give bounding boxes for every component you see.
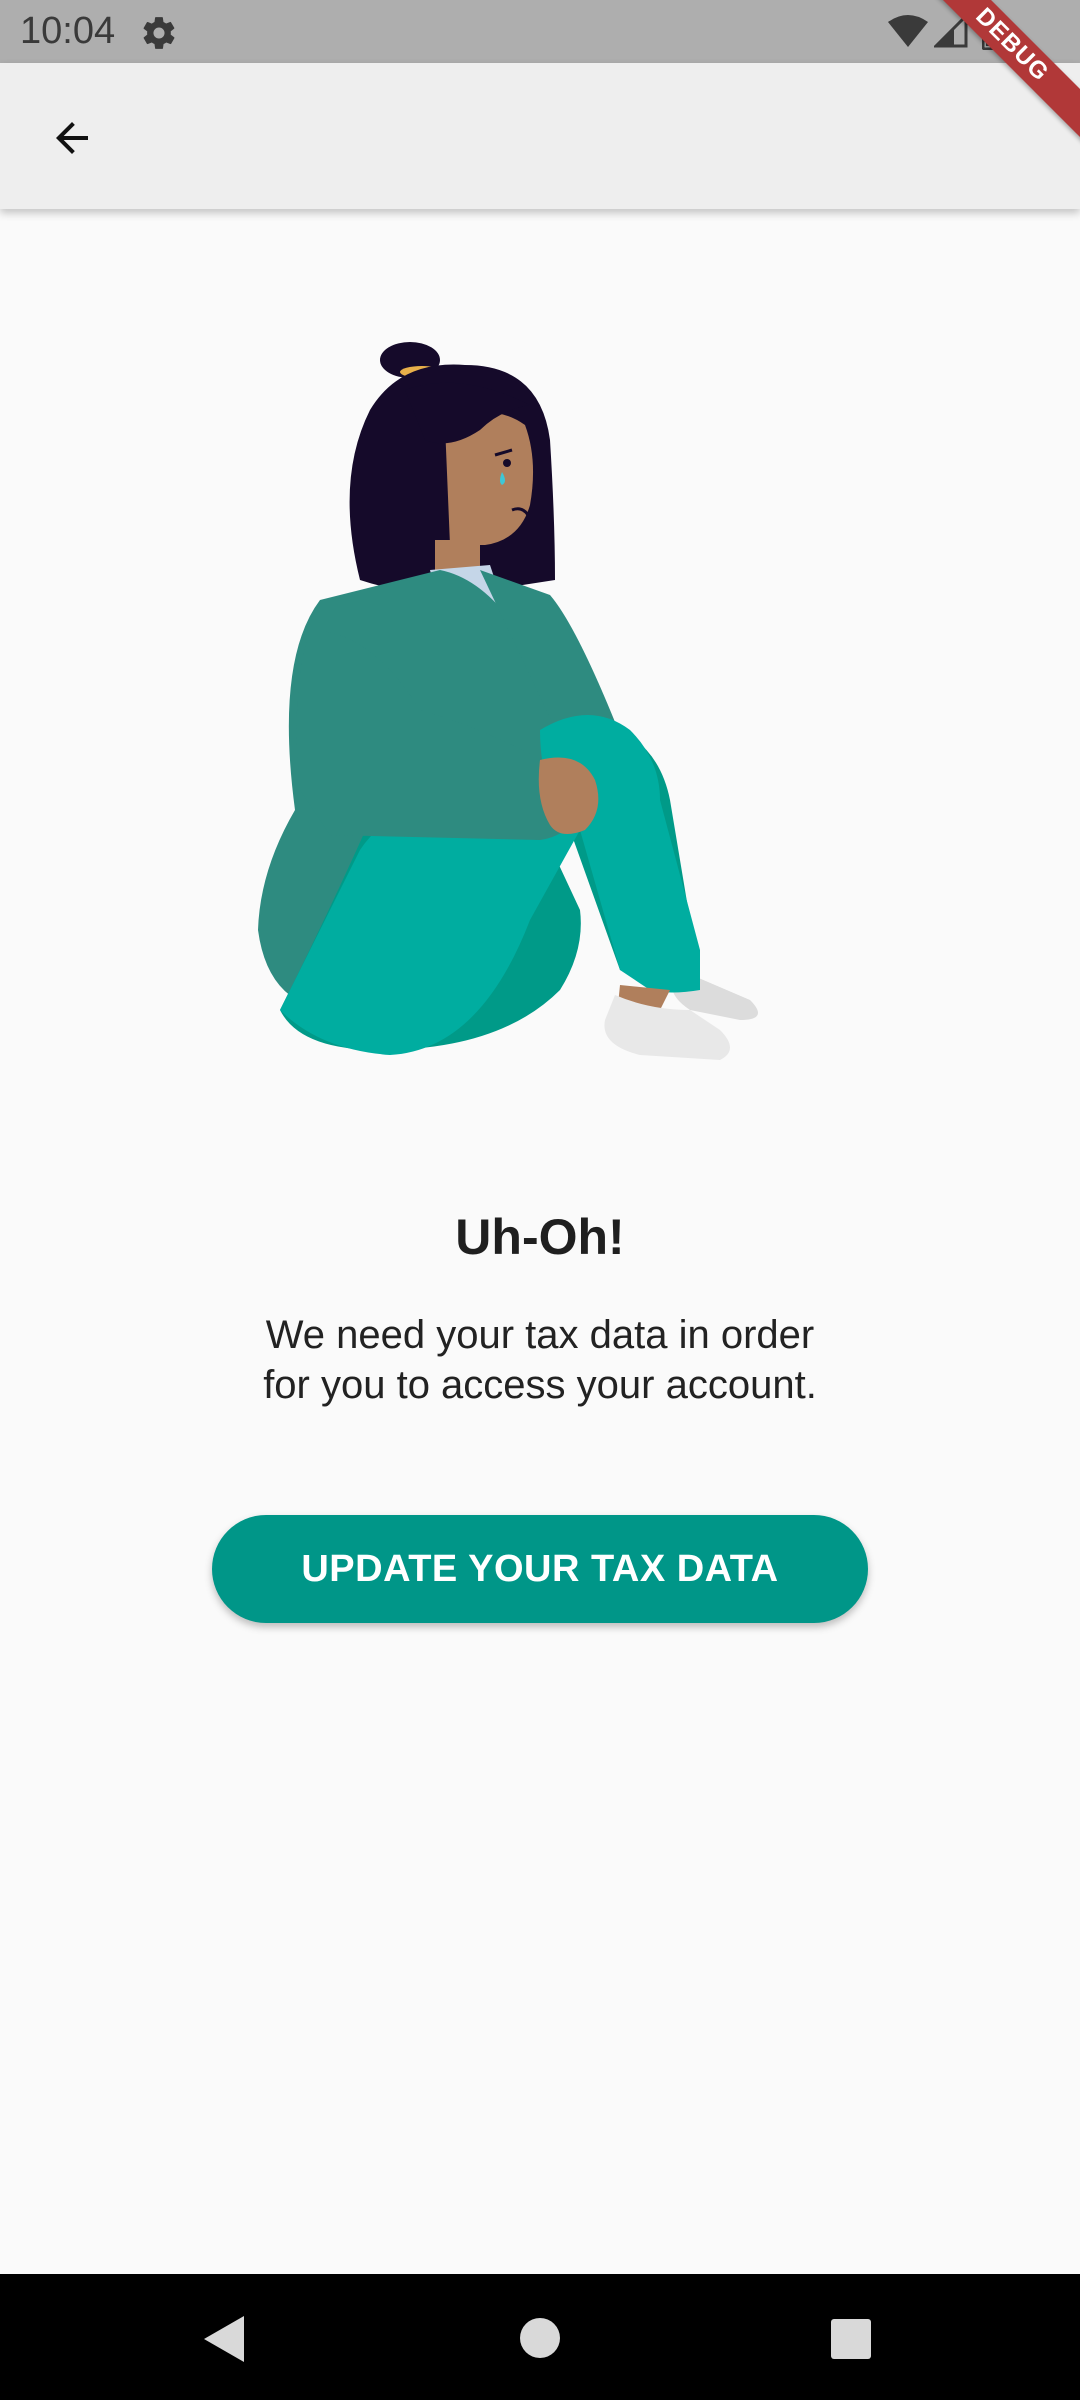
arrow-back-icon	[56, 122, 88, 154]
screen: 10:04 DEBUG Uh-Oh! We need your tax data…	[0, 0, 1080, 2400]
update-tax-data-button[interactable]: UPDATE YOUR TAX DATA	[212, 1515, 868, 1623]
page-title: Uh-Oh!	[455, 1209, 625, 1265]
app-bar	[0, 63, 1080, 209]
nav-recents-icon[interactable]	[830, 2318, 872, 2360]
navigation-bar	[0, 2274, 1080, 2400]
sad-person-illustration	[258, 342, 758, 1060]
status-bar: 10:04	[0, 0, 1080, 63]
wifi-icon	[888, 15, 928, 47]
nav-home-icon[interactable]	[518, 2316, 562, 2360]
status-time: 10:04	[20, 10, 116, 52]
gear-icon	[143, 17, 175, 49]
nav-back-icon[interactable]	[200, 2314, 246, 2364]
info-message: We need your tax data in order for you t…	[263, 1313, 817, 1407]
back-button[interactable]	[30, 96, 114, 180]
